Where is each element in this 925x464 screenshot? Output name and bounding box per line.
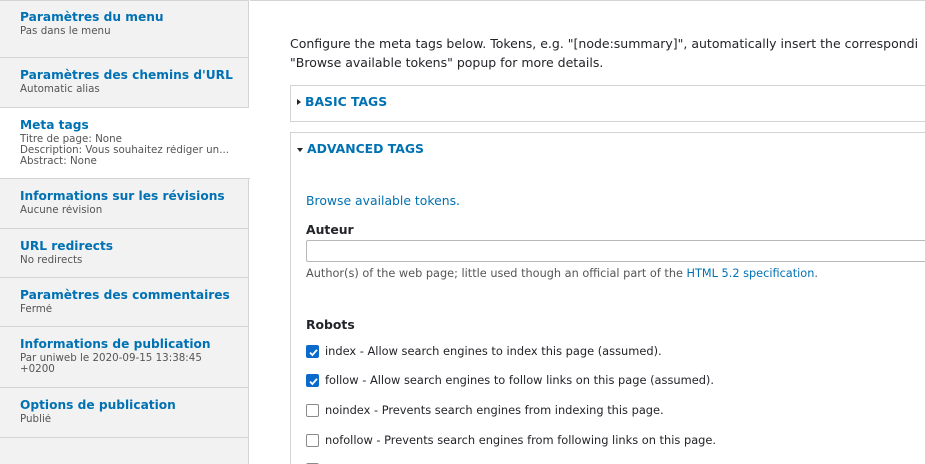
basic-tags-details: BASIC TAGS (290, 85, 925, 122)
advanced-tags-label: ADVANCED TAGS (307, 141, 424, 156)
tab-label: Meta tags (20, 118, 89, 132)
basic-tags-label: BASIC TAGS (305, 94, 388, 109)
intro-line-1: Configure the meta tags below. Tokens, e… (290, 36, 919, 51)
auteur-description-end: . (814, 267, 818, 280)
html-spec-link[interactable]: HTML 5.2 specification (687, 267, 815, 280)
intro-line-2: "Browse available tokens" popup for more… (290, 55, 604, 70)
vertical-tabs-menu: Paramètres du menu Pas dans le menu Para… (0, 0, 250, 464)
tab-label: Paramètres des chemins d'URL (20, 68, 233, 82)
advanced-tags-toggle[interactable]: ADVANCED TAGS (297, 141, 424, 156)
check-icon (309, 378, 318, 386)
tab-label: Options de publication (20, 398, 176, 412)
nofollow-label: nofollow - Prevents search engines from … (325, 433, 717, 447)
meta-tags-panel: Configure the meta tags below. Tokens, e… (250, 0, 925, 464)
check-icon (309, 349, 318, 357)
browse-tokens-link[interactable]: Browse available tokens. (306, 193, 460, 208)
tab-summary: +0200 (20, 364, 55, 375)
intro-text: Configure the meta tags below. Tokens, e… (290, 34, 925, 72)
tab-label: URL redirects (20, 239, 114, 253)
tab-summary: Titre de page: None (20, 134, 122, 145)
tab-label: Paramètres des commentaires (20, 288, 230, 302)
tab-revision-info[interactable]: Informations sur les révisions Aucune ré… (0, 179, 249, 229)
tab-comment-settings[interactable]: Paramètres des commentaires Fermé (0, 278, 249, 327)
tab-label: Paramètres du menu (20, 10, 164, 24)
follow-checkbox[interactable] (306, 374, 319, 387)
robots-label: Robots (306, 317, 355, 332)
tab-summary: Automatic alias (20, 84, 100, 95)
tab-label: Informations de publication (20, 337, 211, 351)
basic-tags-toggle[interactable]: BASIC TAGS (297, 94, 387, 109)
noindex-label: noindex - Prevents search engines from i… (325, 403, 664, 417)
tab-summary: Par uniweb le 2020-09-15 13:38:45 (20, 353, 202, 364)
advanced-tags-details: ADVANCED TAGS Browse available tokens. A… (290, 132, 925, 464)
tab-summary: Abstract: None (20, 156, 97, 167)
tab-summary: Aucune révision (20, 205, 103, 216)
tab-summary: Pas dans le menu (20, 26, 111, 37)
browse-tokens-wrap: Browse available tokens. (306, 193, 460, 208)
auteur-description: Author(s) of the web page; little used t… (306, 267, 818, 280)
tab-summary: Publié (20, 414, 52, 425)
noindex-checkbox[interactable] (306, 404, 319, 417)
index-label: index - Allow search engines to index th… (325, 344, 662, 358)
tab-menu-settings[interactable]: Paramètres du menu Pas dans le menu (0, 1, 249, 58)
chevron-down-icon (297, 148, 303, 152)
tab-meta-tags[interactable]: Meta tags Titre de page: None Descriptio… (0, 108, 250, 179)
tab-publishing-options[interactable]: Options de publication Publié (0, 388, 249, 438)
tab-label: Informations sur les révisions (20, 189, 225, 203)
auteur-input[interactable] (306, 240, 925, 262)
tab-url-redirects[interactable]: URL redirects No redirects (0, 229, 249, 278)
auteur-description-text: Author(s) of the web page; little used t… (306, 267, 687, 280)
nofollow-checkbox[interactable] (306, 434, 319, 447)
follow-label: follow - Allow search engines to follow … (325, 373, 715, 387)
tab-summary: Fermé (20, 304, 53, 315)
tab-publication-info[interactable]: Informations de publication Par uniweb l… (0, 327, 249, 388)
index-checkbox[interactable] (306, 345, 319, 358)
tab-summary: No redirects (20, 255, 83, 266)
chevron-right-icon (297, 99, 301, 105)
tab-summary: Description: Vous souhaitez rédiger un..… (20, 145, 230, 156)
auteur-label: Auteur (306, 222, 354, 237)
tab-url-alias[interactable]: Paramètres des chemins d'URL Automatic a… (0, 58, 249, 108)
